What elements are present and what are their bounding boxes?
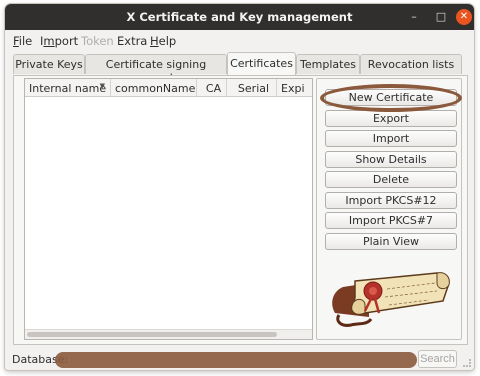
menu-bar: File Import Token Extra Help bbox=[5, 30, 474, 52]
import-pkcs12-button[interactable]: Import PKCS#12 bbox=[325, 192, 457, 209]
horizontal-scrollbar[interactable] bbox=[25, 329, 312, 339]
new-certificate-button[interactable]: New Certificate bbox=[325, 89, 457, 106]
certificate-list[interactable]: Internal name ▼ commonName CA Serial Exp… bbox=[24, 78, 313, 340]
menu-file[interactable]: File bbox=[13, 34, 32, 48]
resize-grip-icon[interactable] bbox=[463, 359, 471, 367]
menu-import-rest: port bbox=[54, 34, 79, 48]
menu-token: Token bbox=[81, 34, 114, 48]
menu-extra[interactable]: Extra bbox=[117, 34, 147, 48]
menu-help-mnemonic: H bbox=[150, 34, 159, 48]
parchment-scroll-with-seal-icon bbox=[332, 272, 450, 327]
export-button[interactable]: Export bbox=[325, 110, 457, 127]
menu-help-rest: elp bbox=[158, 34, 177, 48]
menu-help[interactable]: Help bbox=[150, 34, 176, 48]
search-button[interactable]: Search bbox=[418, 350, 457, 368]
import-pkcs7-button[interactable]: Import PKCS#7 bbox=[325, 212, 457, 229]
minimize-icon[interactable]: – bbox=[406, 9, 422, 25]
menu-file-rest: ile bbox=[18, 34, 33, 48]
tab-bar: Private Keys Certificate signing request… bbox=[13, 52, 468, 84]
column-header-ca[interactable]: CA bbox=[197, 79, 227, 97]
plain-view-button[interactable]: Plain View bbox=[325, 233, 457, 250]
maximize-icon[interactable]: □ bbox=[433, 9, 449, 25]
tab-csr[interactable]: Certificate signing requests bbox=[85, 54, 227, 84]
main-window: X Certificate and Key management – □ ✕ F… bbox=[5, 4, 474, 370]
delete-button[interactable]: Delete bbox=[325, 171, 457, 188]
column-header-commonname[interactable]: commonName bbox=[111, 79, 197, 97]
window-title: X Certificate and Key management bbox=[126, 10, 353, 24]
show-details-button[interactable]: Show Details bbox=[325, 151, 457, 168]
menu-import-mnemonic: m bbox=[43, 34, 55, 48]
import-button[interactable]: Import bbox=[325, 130, 457, 147]
tab-private-keys[interactable]: Private Keys bbox=[13, 54, 85, 74]
tab-templates[interactable]: Templates bbox=[296, 54, 360, 74]
list-header: Internal name ▼ commonName CA Serial Exp… bbox=[25, 79, 312, 97]
action-buttons-frame: New Certificate Export Import Show Detai… bbox=[316, 78, 462, 340]
column-header-internal-name[interactable]: Internal name ▼ bbox=[25, 79, 111, 97]
close-icon[interactable]: ✕ bbox=[456, 9, 472, 25]
column-label: Internal name bbox=[29, 82, 107, 95]
certificates-panel: Internal name ▼ commonName CA Serial Exp… bbox=[13, 75, 468, 345]
scrollbar-thumb[interactable] bbox=[27, 332, 277, 337]
status-bar: Database: Search bbox=[5, 349, 474, 369]
sort-down-icon: ▼ bbox=[99, 82, 105, 90]
tab-certificates[interactable]: Certificates bbox=[227, 52, 296, 75]
column-header-serial[interactable]: Serial bbox=[227, 79, 277, 97]
tab-revocation-lists[interactable]: Revocation lists bbox=[360, 54, 462, 74]
menu-import[interactable]: Import bbox=[40, 34, 78, 48]
database-path bbox=[55, 352, 417, 368]
column-header-expiry[interactable]: Expi bbox=[277, 79, 312, 97]
title-bar[interactable]: X Certificate and Key management – □ ✕ bbox=[5, 4, 474, 30]
